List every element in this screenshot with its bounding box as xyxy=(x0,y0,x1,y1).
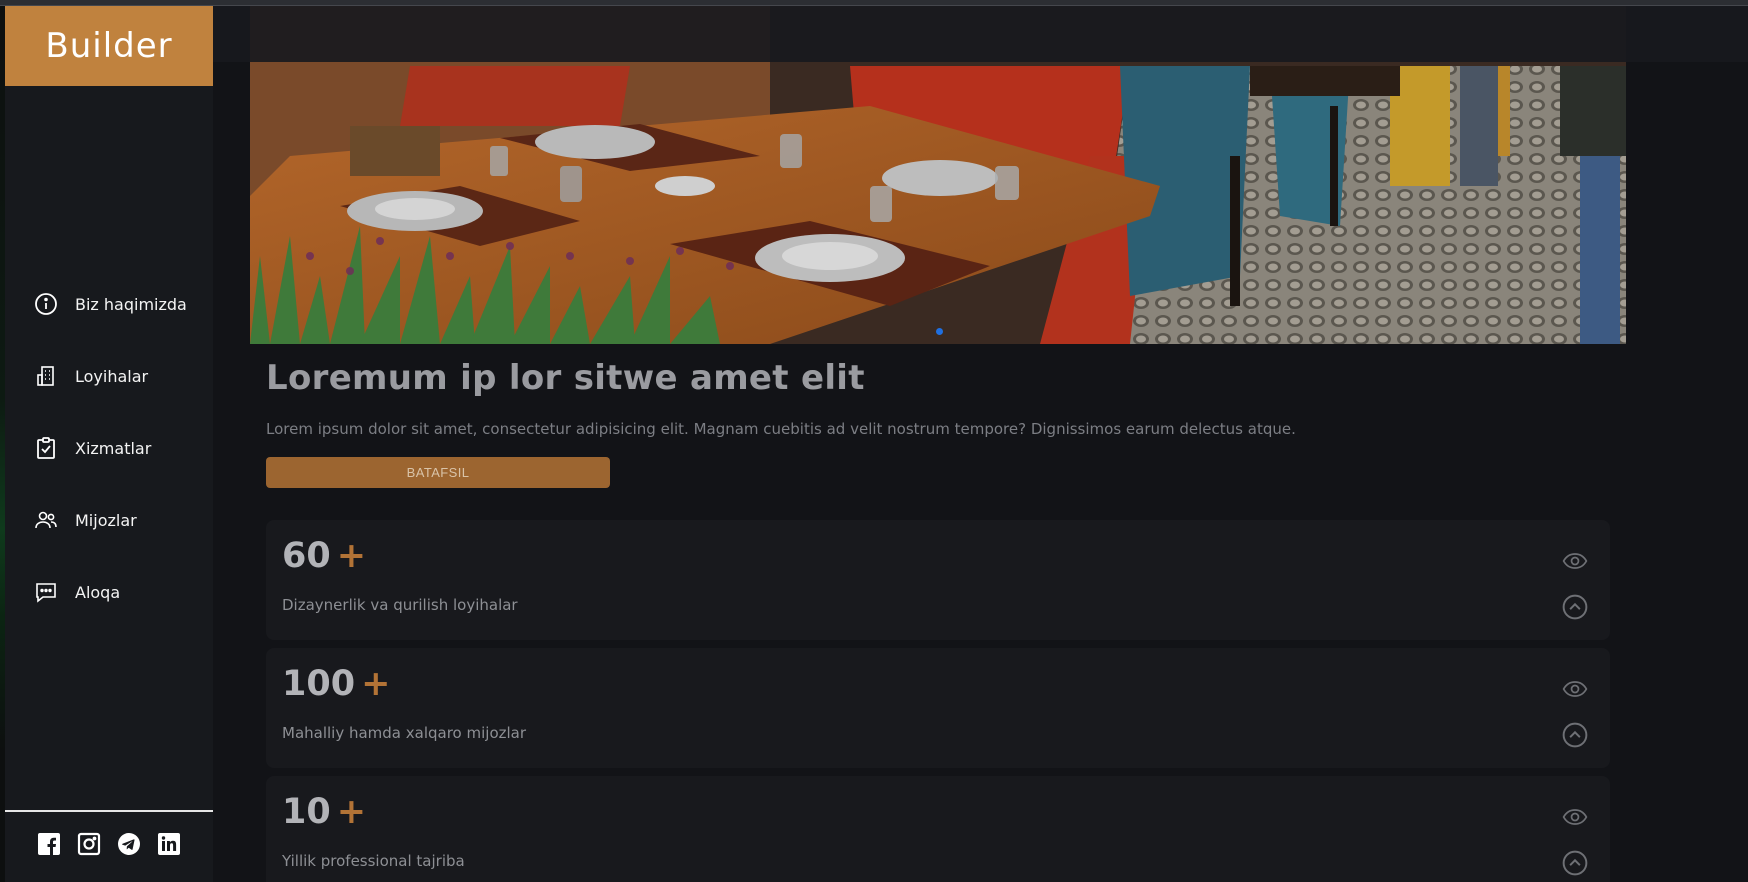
eye-icon[interactable] xyxy=(1562,804,1588,830)
stat-value: 10 xyxy=(282,792,331,832)
page: Builder Biz haqimizda Loyihalar Xizmatla… xyxy=(0,0,1748,882)
stat-value-group: 60 + xyxy=(282,536,366,576)
stat-value: 60 xyxy=(282,536,331,576)
window-top-strip xyxy=(0,0,1748,6)
eye-icon[interactable] xyxy=(1562,676,1588,702)
building-icon xyxy=(33,363,59,389)
stat-value-group: 10 + xyxy=(282,792,366,832)
facebook-icon[interactable] xyxy=(37,832,61,856)
left-edge-strip xyxy=(0,0,5,882)
sidebar-item-label: Aloqa xyxy=(75,582,121,602)
stat-label: Dizaynerlik va qurilish loyihalar xyxy=(282,596,518,614)
hero-title: Loremum ip lor sitwe amet elit xyxy=(266,358,865,398)
stat-card: 60 + Dizaynerlik va qurilish loyihalar xyxy=(266,520,1610,640)
eye-icon[interactable] xyxy=(1562,548,1588,574)
brand-logo[interactable]: Builder xyxy=(5,6,213,86)
sidebar-item-label: Biz haqimizda xyxy=(75,294,187,314)
sidebar-nav: Biz haqimizda Loyihalar Xizmatlar Mijozl… xyxy=(5,268,213,628)
users-icon xyxy=(33,507,59,533)
sidebar-item-projects[interactable]: Loyihalar xyxy=(5,340,213,412)
chevron-up-circle-icon[interactable] xyxy=(1562,594,1588,620)
social-links xyxy=(5,832,213,856)
clipboard-check-icon xyxy=(33,435,59,461)
stat-label: Mahalliy hamda xalqaro mijozlar xyxy=(282,724,527,742)
stat-plus: + xyxy=(336,792,367,832)
telegram-icon[interactable] xyxy=(117,832,141,856)
chat-icon xyxy=(33,579,59,605)
stat-label: Yillik professional tajriba xyxy=(282,852,465,870)
stat-value-group: 100 + xyxy=(282,664,390,704)
chevron-up-circle-icon[interactable] xyxy=(1562,722,1588,748)
stat-card: 100 + Mahalliy hamda xalqaro mijozlar xyxy=(266,648,1610,768)
carousel-dot-active[interactable] xyxy=(936,328,943,335)
linkedin-icon[interactable] xyxy=(157,832,181,856)
stat-value: 100 xyxy=(282,664,356,704)
header-bar xyxy=(213,6,1748,62)
sidebar-item-label: Xizmatlar xyxy=(75,438,152,458)
sidebar-item-label: Mijozlar xyxy=(75,510,137,530)
sidebar-item-about[interactable]: Biz haqimizda xyxy=(5,268,213,340)
sidebar-divider xyxy=(5,810,213,812)
sidebar-item-label: Loyihalar xyxy=(75,366,149,386)
chevron-up-circle-icon[interactable] xyxy=(1562,850,1588,876)
more-button[interactable]: BATAFSIL xyxy=(266,457,610,488)
sidebar-item-contact[interactable]: Aloqa xyxy=(5,556,213,628)
sidebar: Builder Biz haqimizda Loyihalar Xizmatla… xyxy=(5,6,213,882)
stat-plus: + xyxy=(361,664,391,704)
stat-card: 10 + Yillik professional tajriba xyxy=(266,776,1610,882)
instagram-icon[interactable] xyxy=(77,832,101,856)
sidebar-item-services[interactable]: Xizmatlar xyxy=(5,412,213,484)
sidebar-item-clients[interactable]: Mijozlar xyxy=(5,484,213,556)
stat-plus: + xyxy=(336,536,367,576)
hero-text: Lorem ipsum dolor sit amet, consectetur … xyxy=(266,420,1296,438)
info-icon xyxy=(33,291,59,317)
